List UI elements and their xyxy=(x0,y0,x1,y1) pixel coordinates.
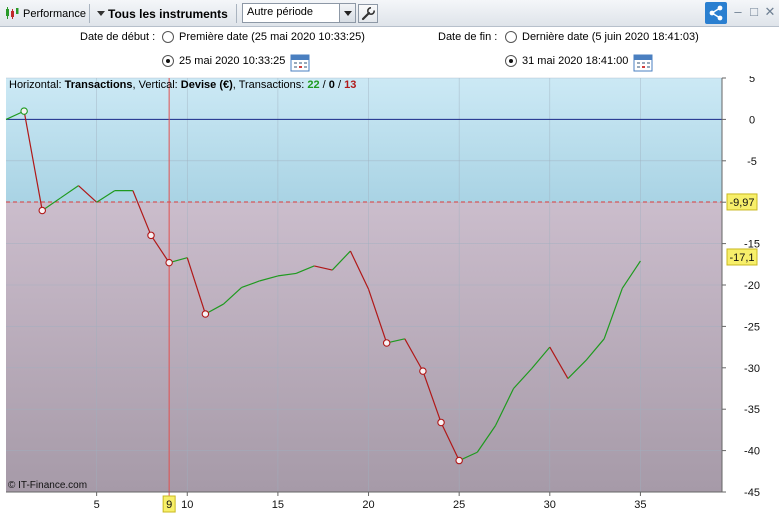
y-tick-label: 0 xyxy=(749,114,755,126)
trade-marker xyxy=(201,310,210,318)
end-custom-date-value[interactable]: 31 mai 2020 18:41:00 xyxy=(522,55,628,67)
y-tick-label: -20 xyxy=(744,280,760,292)
start-custom-date-radio[interactable] xyxy=(162,55,174,67)
end-last-date-option[interactable]: Dernière date (5 juin 2020 18:41:03) xyxy=(522,31,699,43)
zone-below-reference xyxy=(6,201,722,492)
chevron-down-icon[interactable] xyxy=(339,4,355,22)
losses-count: 13 xyxy=(344,79,357,91)
end-date-label: Date de fin : xyxy=(438,31,498,43)
reference-value-label: -9,97 xyxy=(729,197,754,209)
x-tick-label: 25 xyxy=(453,499,465,511)
maximize-icon[interactable]: □ xyxy=(747,4,761,20)
horizontal-value: Transactions xyxy=(64,79,133,91)
period-select[interactable]: Autre période xyxy=(242,3,356,23)
share-icon[interactable] xyxy=(705,2,727,24)
current-value-label: -17,1 xyxy=(729,252,754,264)
cursor-x-label: 9 xyxy=(166,499,172,511)
minimize-icon[interactable]: – xyxy=(731,4,745,20)
calendar-icon[interactable] xyxy=(290,53,310,72)
vertical-prefix: , Vertical: xyxy=(132,79,181,91)
trade-marker xyxy=(419,367,427,375)
y-tick-label: -25 xyxy=(744,321,760,333)
start-first-date-option[interactable]: Première date (25 mai 2020 10:33:25) xyxy=(179,31,365,43)
separator-text: / xyxy=(319,79,329,91)
x-tick-label: 30 xyxy=(544,499,556,511)
wrench-icon[interactable] xyxy=(358,4,378,23)
wins-count: 22 xyxy=(307,79,320,91)
chart-info-line: Horizontal: Transactions, Vertical: Devi… xyxy=(9,79,356,91)
x-tick-label: 35 xyxy=(634,499,646,511)
trade-marker xyxy=(437,418,445,427)
start-custom-date-value[interactable]: 25 mai 2020 10:33:25 xyxy=(179,55,285,67)
trade-marker xyxy=(38,206,47,215)
y-tick-label: -40 xyxy=(744,446,760,458)
x-tick-label: 10 xyxy=(181,499,193,511)
x-tick-label: 20 xyxy=(362,499,374,511)
end-custom-date-radio[interactable] xyxy=(505,55,517,67)
trade-marker xyxy=(455,456,463,465)
y-tick-label: -5 xyxy=(747,156,757,168)
toolbar-separator xyxy=(236,4,237,23)
performance-chart[interactable]: 5 10 15 20 25 30 35 5 0 -5 -15 -20 -25 -30 -35 -40 -45 -9… xyxy=(3,73,777,517)
start-first-date-radio[interactable] xyxy=(162,31,174,43)
start-date-label: Date de début : xyxy=(80,31,156,43)
toolbar: Performance Tous les instruments Autre p… xyxy=(0,0,779,27)
period-select-value: Autre période xyxy=(247,6,314,18)
horizontal-prefix: Horizontal: xyxy=(9,79,65,91)
transactions-prefix: , Transactions: xyxy=(232,79,308,91)
y-tick-label: -30 xyxy=(744,363,760,375)
x-tick-label: 5 xyxy=(94,499,100,511)
dropdown-arrow-icon[interactable] xyxy=(97,11,105,16)
y-tick-label: -35 xyxy=(744,404,760,416)
performance-icon[interactable] xyxy=(5,6,19,20)
calendar-icon[interactable] xyxy=(633,53,653,72)
trade-marker xyxy=(20,107,28,115)
performance-label[interactable]: Performance xyxy=(23,0,86,27)
end-last-date-radio[interactable] xyxy=(505,31,517,43)
separator-text: / xyxy=(334,79,345,91)
trade-marker xyxy=(382,339,391,347)
instruments-selector[interactable]: Tous les instruments xyxy=(108,0,228,27)
y-tick-label: -45 xyxy=(744,487,760,499)
y-tick-label: 5 xyxy=(749,76,755,85)
trade-marker xyxy=(165,258,173,267)
close-icon[interactable]: ✕ xyxy=(763,4,777,20)
toolbar-separator xyxy=(89,4,90,23)
zone-above-reference xyxy=(6,78,722,202)
chart-svg[interactable]: 5 10 15 20 25 30 3550-5-15-20-25-30-35-40-45-9… xyxy=(3,73,777,517)
trade-marker xyxy=(147,231,155,240)
copyright-text: © IT-Finance.com xyxy=(8,480,88,491)
x-tick-label: 15 xyxy=(272,499,284,511)
vertical-value: Devise (€) xyxy=(180,79,233,91)
